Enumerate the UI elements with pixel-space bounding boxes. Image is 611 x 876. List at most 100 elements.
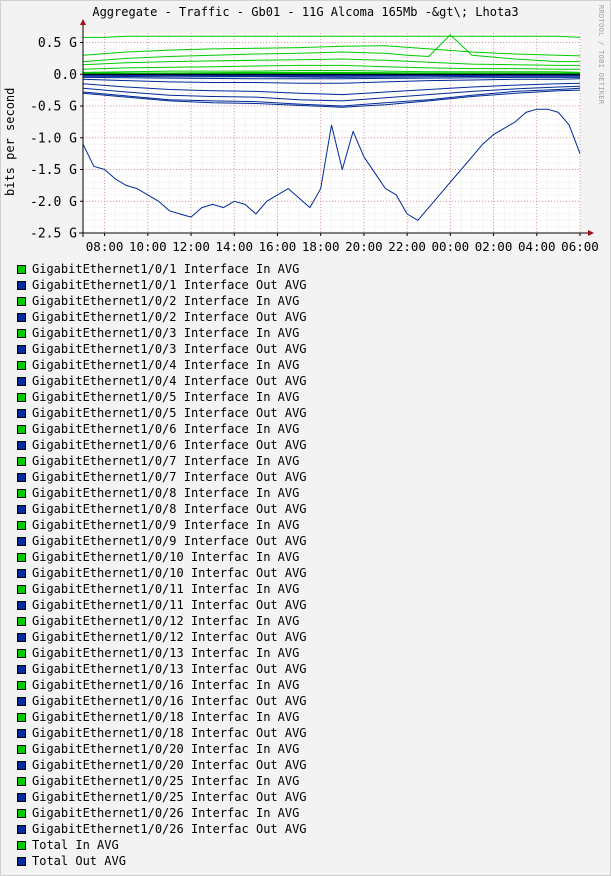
legend-swatch	[17, 280, 26, 290]
legend-item: GigabitEthernet1/0/10 Interfac In AVG	[17, 549, 307, 565]
legend-item: GigabitEthernet1/0/1 Interface Out AVG	[17, 277, 307, 293]
legend-label: GigabitEthernet1/0/4 Interface Out AVG	[32, 374, 307, 388]
legend-item: GigabitEthernet1/0/1 Interface In AVG	[17, 261, 307, 277]
legend-label: GigabitEthernet1/0/16 Interfac In AVG	[32, 678, 300, 692]
legend-swatch	[17, 680, 26, 690]
legend-label: GigabitEthernet1/0/3 Interface In AVG	[32, 326, 300, 340]
legend-swatch	[17, 296, 26, 306]
legend-label: GigabitEthernet1/0/25 Interfac Out AVG	[32, 790, 307, 804]
legend-swatch	[17, 504, 26, 514]
legend-label: GigabitEthernet1/0/11 Interfac In AVG	[32, 582, 300, 596]
legend-label: GigabitEthernet1/0/11 Interfac Out AVG	[32, 598, 307, 612]
x-tick-label: 06:00	[561, 239, 599, 254]
legend-label: Total Out AVG	[32, 854, 126, 868]
legend-label: GigabitEthernet1/0/18 Interfac In AVG	[32, 710, 300, 724]
legend-label: GigabitEthernet1/0/6 Interface In AVG	[32, 422, 300, 436]
x-tick-label: 02:00	[475, 239, 513, 254]
legend-item: GigabitEthernet1/0/9 Interface In AVG	[17, 517, 307, 533]
legend-swatch	[17, 520, 26, 530]
legend-label: GigabitEthernet1/0/12 Interfac In AVG	[32, 614, 300, 628]
legend: GigabitEthernet1/0/1 Interface In AVG Gig…	[17, 261, 307, 869]
legend-item: GigabitEthernet1/0/2 Interface Out AVG	[17, 309, 307, 325]
x-tick-label: 18:00	[302, 239, 340, 254]
legend-swatch	[17, 856, 26, 866]
legend-label: GigabitEthernet1/0/7 Interface In AVG	[32, 454, 300, 468]
legend-item: GigabitEthernet1/0/5 Interface Out AVG	[17, 405, 307, 421]
legend-item: GigabitEthernet1/0/18 Interfac Out AVG	[17, 725, 307, 741]
legend-swatch	[17, 360, 26, 370]
legend-label: GigabitEthernet1/0/3 Interface Out AVG	[32, 342, 307, 356]
legend-swatch	[17, 472, 26, 482]
legend-swatch	[17, 712, 26, 722]
y-tick-label: -2.5 G	[30, 227, 77, 242]
legend-item: GigabitEthernet1/0/4 Interface In AVG	[17, 357, 307, 373]
legend-swatch	[17, 264, 26, 274]
legend-swatch	[17, 328, 26, 338]
legend-item: GigabitEthernet1/0/4 Interface Out AVG	[17, 373, 307, 389]
legend-swatch	[17, 376, 26, 386]
legend-label: GigabitEthernet1/0/20 Interfac In AVG	[32, 742, 300, 756]
legend-item: GigabitEthernet1/0/6 Interface Out AVG	[17, 437, 307, 453]
x-tick-label: 08:00	[86, 239, 124, 254]
legend-swatch	[17, 536, 26, 546]
legend-item: GigabitEthernet1/0/25 Interfac Out AVG	[17, 789, 307, 805]
y-axis-arrow	[80, 19, 86, 25]
legend-label: GigabitEthernet1/0/9 Interface Out AVG	[32, 534, 307, 548]
legend-item: GigabitEthernet1/0/5 Interface In AVG	[17, 389, 307, 405]
legend-label: GigabitEthernet1/0/2 Interface In AVG	[32, 294, 300, 308]
legend-item: GigabitEthernet1/0/16 Interfac In AVG	[17, 677, 307, 693]
legend-label: GigabitEthernet1/0/10 Interfac In AVG	[32, 550, 300, 564]
legend-item: GigabitEthernet1/0/8 Interface In AVG	[17, 485, 307, 501]
legend-swatch	[17, 824, 26, 834]
legend-label: GigabitEthernet1/0/10 Interfac Out AVG	[32, 566, 307, 580]
legend-label: GigabitEthernet1/0/2 Interface Out AVG	[32, 310, 307, 324]
legend-item: GigabitEthernet1/0/8 Interface Out AVG	[17, 501, 307, 517]
y-tick-label: -1.5 G	[30, 163, 77, 178]
legend-item: GigabitEthernet1/0/26 Interfac In AVG	[17, 805, 307, 821]
legend-swatch	[17, 392, 26, 402]
legend-swatch	[17, 600, 26, 610]
legend-swatch	[17, 456, 26, 466]
legend-swatch	[17, 808, 26, 818]
legend-swatch	[17, 728, 26, 738]
legend-item: GigabitEthernet1/0/11 Interfac Out AVG	[17, 597, 307, 613]
legend-label: Total In AVG	[32, 838, 119, 852]
legend-item: GigabitEthernet1/0/12 Interfac In AVG	[17, 613, 307, 629]
legend-item: GigabitEthernet1/0/26 Interfac Out AVG	[17, 821, 307, 837]
legend-item: Total In AVG	[17, 837, 307, 853]
legend-label: GigabitEthernet1/0/1 Interface In AVG	[32, 262, 300, 276]
y-tick-label: 0.0	[54, 68, 77, 83]
legend-label: GigabitEthernet1/0/5 Interface In AVG	[32, 390, 300, 404]
legend-label: GigabitEthernet1/0/25 Interfac In AVG	[32, 774, 300, 788]
x-tick-label: 10:00	[129, 239, 167, 254]
legend-swatch	[17, 488, 26, 498]
legend-item: GigabitEthernet1/0/16 Interfac Out AVG	[17, 693, 307, 709]
legend-label: GigabitEthernet1/0/8 Interface In AVG	[32, 486, 300, 500]
legend-swatch	[17, 616, 26, 626]
legend-item: GigabitEthernet1/0/20 Interfac In AVG	[17, 741, 307, 757]
y-tick-label: -2.0 G	[30, 195, 77, 210]
legend-swatch	[17, 664, 26, 674]
legend-label: GigabitEthernet1/0/18 Interfac Out AVG	[32, 726, 307, 740]
legend-swatch	[17, 424, 26, 434]
x-tick-label: 22:00	[388, 239, 426, 254]
legend-item: GigabitEthernet1/0/3 Interface In AVG	[17, 325, 307, 341]
legend-swatch	[17, 696, 26, 706]
legend-swatch	[17, 408, 26, 418]
chart-canvas: 0.5 G 0.0 -0.5 G -1.0 G -1.5 G -2.0 G -2.5 G 08…	[30, 19, 599, 254]
legend-label: GigabitEthernet1/0/12 Interfac Out AVG	[32, 630, 307, 644]
legend-label: GigabitEthernet1/0/5 Interface Out AVG	[32, 406, 307, 420]
y-tick-label: -1.0 G	[30, 131, 77, 146]
legend-swatch	[17, 568, 26, 578]
legend-item: GigabitEthernet1/0/7 Interface In AVG	[17, 453, 307, 469]
legend-swatch	[17, 648, 26, 658]
legend-item: GigabitEthernet1/0/3 Interface Out AVG	[17, 341, 307, 357]
x-tick-label: 16:00	[259, 239, 297, 254]
legend-swatch	[17, 584, 26, 594]
legend-item: GigabitEthernet1/0/11 Interfac In AVG	[17, 581, 307, 597]
legend-label: GigabitEthernet1/0/1 Interface Out AVG	[32, 278, 307, 292]
legend-item: GigabitEthernet1/0/7 Interface Out AVG	[17, 469, 307, 485]
legend-label: GigabitEthernet1/0/8 Interface Out AVG	[32, 502, 307, 516]
x-tick-label: 00:00	[432, 239, 470, 254]
legend-item: GigabitEthernet1/0/25 Interfac In AVG	[17, 773, 307, 789]
